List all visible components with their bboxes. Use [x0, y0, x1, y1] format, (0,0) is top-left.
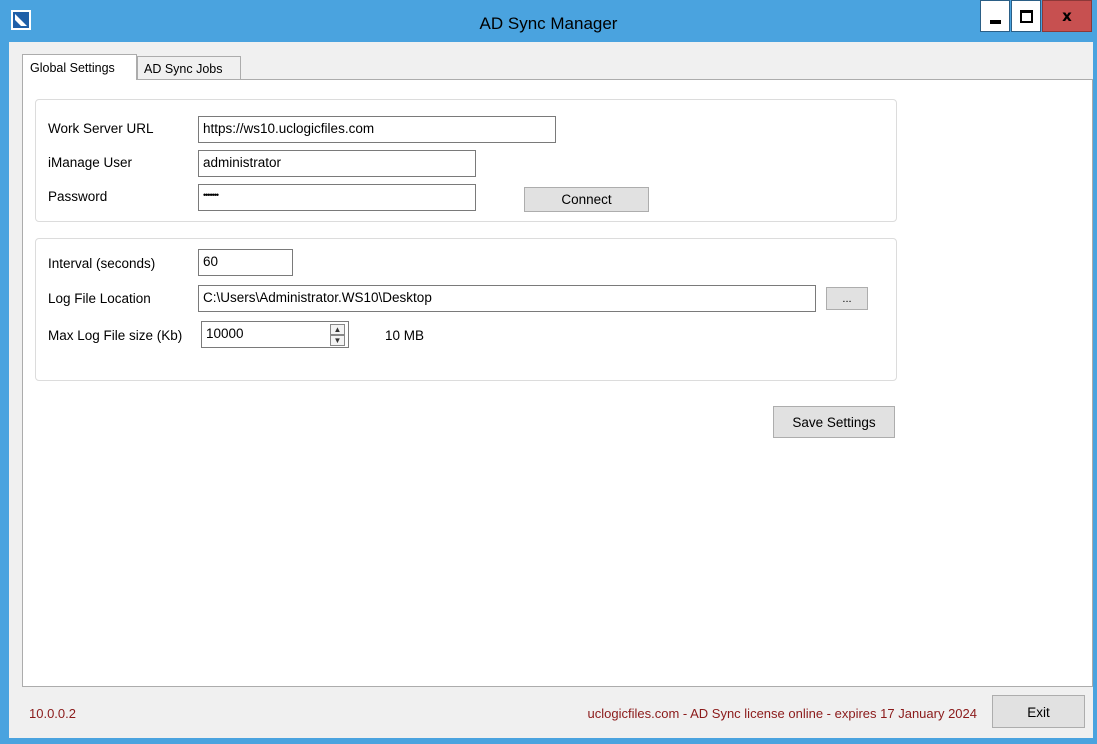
tab-ad-sync-jobs[interactable]: AD Sync Jobs — [137, 56, 241, 79]
minimize-button[interactable] — [980, 0, 1010, 32]
connection-group: Work Server URL https://ws10.uclogicfile… — [35, 99, 897, 222]
interval-label: Interval (seconds) — [48, 256, 156, 271]
version-label: 10.0.0.2 — [29, 706, 76, 721]
connect-button[interactable]: Connect — [524, 187, 649, 212]
window-title: AD Sync Manager — [479, 14, 618, 33]
chevron-up-icon[interactable]: ▲ — [330, 324, 345, 335]
password-label: Password — [48, 189, 108, 204]
save-settings-button[interactable]: Save Settings — [773, 406, 895, 438]
maximize-button[interactable] — [1011, 0, 1041, 32]
logging-group: Interval (seconds) 60 Log File Location … — [35, 238, 897, 381]
app-window: AD Sync Manager x Global Settings AD Syn… — [0, 0, 1097, 744]
work-server-url-label: Work Server URL — [48, 121, 154, 136]
client-area: Global Settings AD Sync Jobs Work Server… — [9, 42, 1093, 738]
license-status: uclogicfiles.com - AD Sync license onlin… — [587, 706, 977, 721]
close-button[interactable]: x — [1042, 0, 1092, 32]
title-bar[interactable]: AD Sync Manager x — [0, 0, 1097, 42]
tab-global-settings[interactable]: Global Settings — [22, 54, 137, 80]
global-settings-panel: Work Server URL https://ws10.uclogicfile… — [22, 79, 1093, 687]
max-log-size-readout: 10 MB — [385, 328, 425, 343]
chevron-down-icon[interactable]: ▼ — [330, 335, 345, 346]
maximize-icon — [1020, 10, 1033, 23]
interval-input[interactable]: 60 — [198, 249, 293, 276]
stepper-buttons: ▲ ▼ — [328, 322, 347, 347]
work-server-url-input[interactable]: https://ws10.uclogicfiles.com — [198, 116, 556, 143]
max-log-size-label: Max Log File size (Kb) — [48, 328, 183, 343]
exit-button[interactable]: Exit — [992, 695, 1085, 728]
max-log-size-value: 10000 — [206, 326, 244, 341]
close-icon: x — [1062, 7, 1072, 25]
imanage-user-input[interactable]: administrator — [198, 150, 476, 177]
browse-button[interactable]: ... — [826, 287, 868, 310]
log-file-location-label: Log File Location — [48, 291, 151, 306]
max-log-size-stepper[interactable]: 10000 ▲ ▼ — [201, 321, 349, 348]
log-file-location-input[interactable]: C:\Users\Administrator.WS10\Desktop — [198, 285, 816, 312]
minimize-icon — [990, 20, 1001, 24]
password-input[interactable]: ••••••• — [198, 184, 476, 211]
imanage-user-label: iManage User — [48, 155, 133, 170]
